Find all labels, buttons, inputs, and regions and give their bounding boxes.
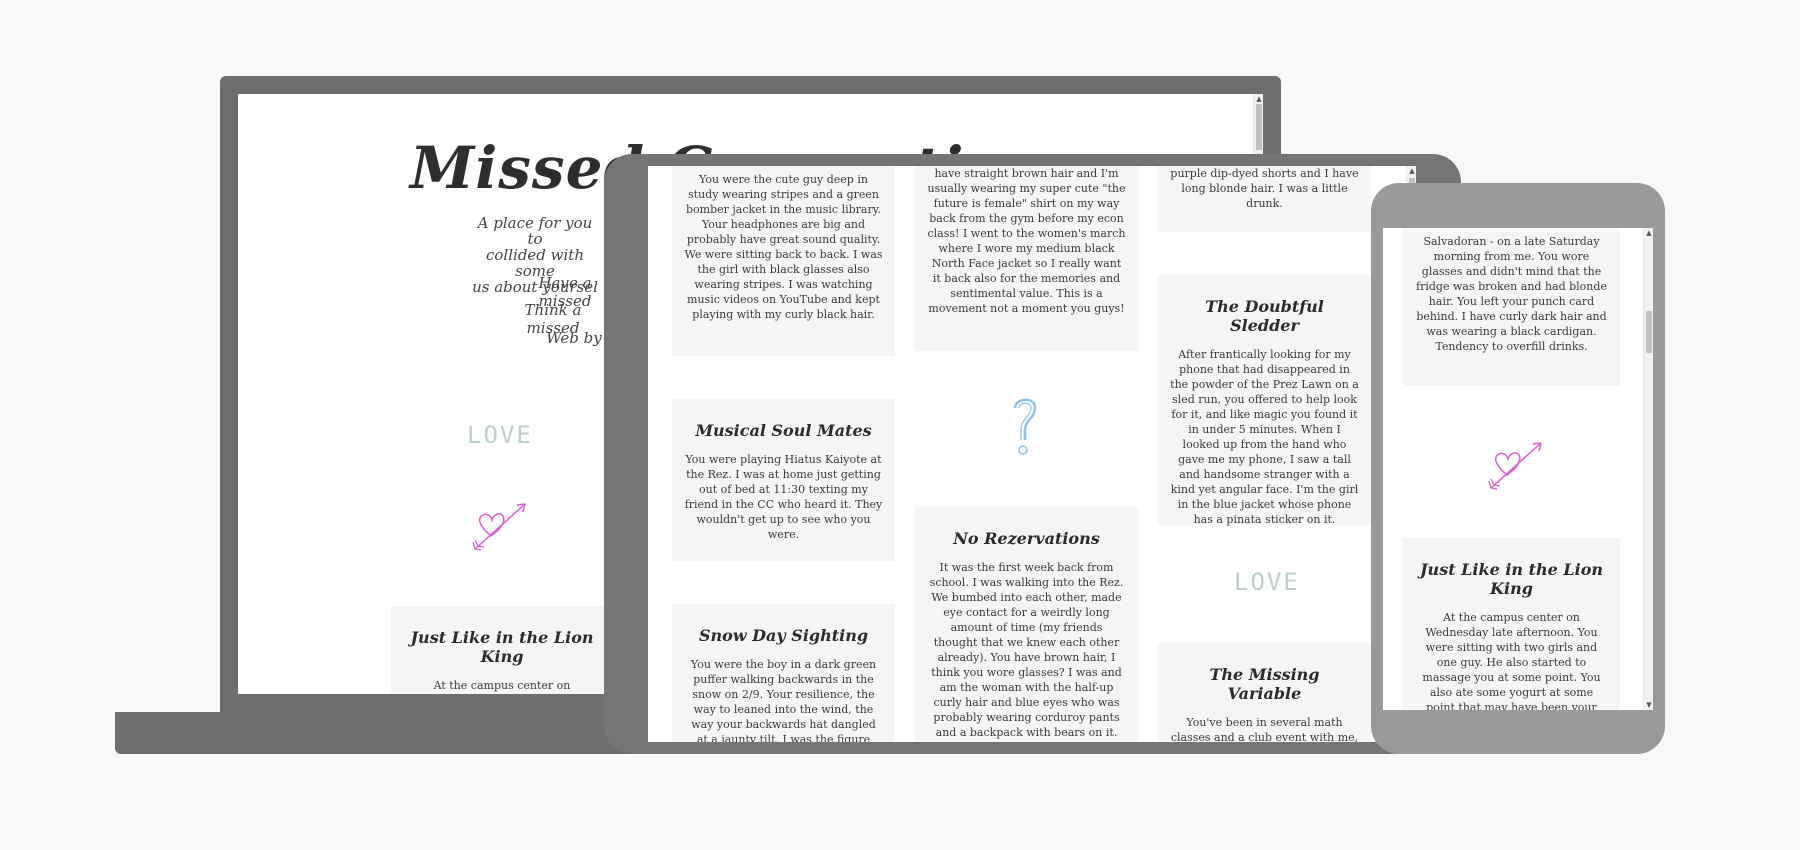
scroll-up-icon[interactable]: ▲ [1254,94,1263,104]
connection-card[interactable]: Musical Soul Mates You were playing Hiat… [672,399,895,561]
scroll-thumb[interactable] [1646,311,1652,353]
card-text: At the campus center on Wednesday late a… [1422,611,1601,710]
intro-line: A place for you to [477,214,593,248]
card-title: The Missing Variable [1209,665,1320,703]
connection-card[interactable]: You were the cute guy deep in study wear… [672,166,895,356]
card-title: No Rezervations [953,529,1100,548]
card-text: You were the boy in a dark green puffer … [690,658,877,742]
heart-arrow-icon [472,503,526,551]
love-doodle: LOVE [467,421,533,449]
card-text: Salvadoran - on a late Saturday morning … [1416,235,1607,353]
intro-credit[interactable]: Web by [544,329,604,347]
card-text: You were playing Hiatus Kaiyote at the R… [684,453,883,541]
card-text: After frantically looking for my phone t… [1170,348,1359,526]
scroll-up-icon[interactable]: ▲ [1644,228,1653,238]
connection-card[interactable]: Salvadoran - on a late Saturday morning … [1403,228,1620,386]
connection-card[interactable]: The Doubtful Sledder After frantically l… [1158,275,1371,526]
card-text: It was the first week back from school. … [929,561,1124,739]
connection-card[interactable]: No Rezervations It was the first week ba… [915,507,1138,742]
phone-scrollbar[interactable]: ▲ ▼ [1643,228,1653,710]
scroll-up-icon[interactable]: ▲ [1407,166,1416,176]
scroll-down-icon[interactable]: ▼ [1644,700,1653,710]
scroll-thumb[interactable] [1256,104,1262,150]
love-doodle: LOVE [1234,568,1300,596]
card-text: have straight brown hair and I'm usually… [927,167,1126,315]
card-text: purple dip-dyed shorts and I have long b… [1170,167,1359,210]
heart-arrow-icon [1488,442,1542,490]
card-title: Just Like in the Lion King [1419,560,1604,598]
connection-card[interactable]: The Missing Variable You've been in seve… [1158,643,1371,742]
connection-card[interactable]: Just Like in the Lion King At the campus… [391,606,613,694]
card-text: At the campus center on Wednesday late a… [433,679,571,692]
card-text: You were the cute guy deep in study wear… [684,173,883,321]
phone-screen: Salvadoran - on a late Saturday morning … [1383,228,1653,710]
tablet-screen: You were the cute guy deep in study wear… [648,166,1416,742]
card-text: You've been in several math classes and … [1170,716,1359,742]
connection-card[interactable]: purple dip-dyed shorts and I have long b… [1158,166,1371,232]
card-title: Snow Day Sighting [698,626,869,645]
connection-card[interactable]: have straight brown hair and I'm usually… [915,166,1138,351]
card-title: Just Like in the Lion King [410,628,594,666]
connection-card[interactable]: Snow Day Sighting You were the boy in a … [672,604,895,742]
connection-card[interactable]: Just Like in the Lion King At the campus… [1403,538,1620,710]
question-mark-icon [1013,398,1037,455]
card-title: The Doubtful Sledder [1205,297,1324,335]
card-title: Musical Soul Mates [695,421,872,440]
